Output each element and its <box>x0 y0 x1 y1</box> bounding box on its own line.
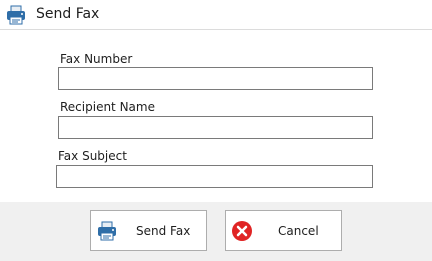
cancel-icon <box>232 221 252 241</box>
fax-subject-label: Fax Subject <box>58 149 127 163</box>
fax-printer-icon <box>98 221 116 241</box>
button-bar: Send Fax Cancel <box>0 202 432 261</box>
send-fax-button-label: Send Fax <box>136 224 191 238</box>
fax-subject-input[interactable] <box>56 165 373 188</box>
recipient-name-label: Recipient Name <box>60 100 155 114</box>
title-bar: Send Fax <box>0 0 432 30</box>
cancel-button-label: Cancel <box>278 224 319 238</box>
fax-printer-icon <box>7 5 25 25</box>
fax-number-input[interactable] <box>58 67 373 90</box>
send-fax-button[interactable]: Send Fax <box>90 210 207 251</box>
cancel-button[interactable]: Cancel <box>225 210 342 251</box>
window-title: Send Fax <box>36 6 100 22</box>
fax-number-label: Fax Number <box>60 52 133 66</box>
recipient-name-input[interactable] <box>58 116 373 139</box>
